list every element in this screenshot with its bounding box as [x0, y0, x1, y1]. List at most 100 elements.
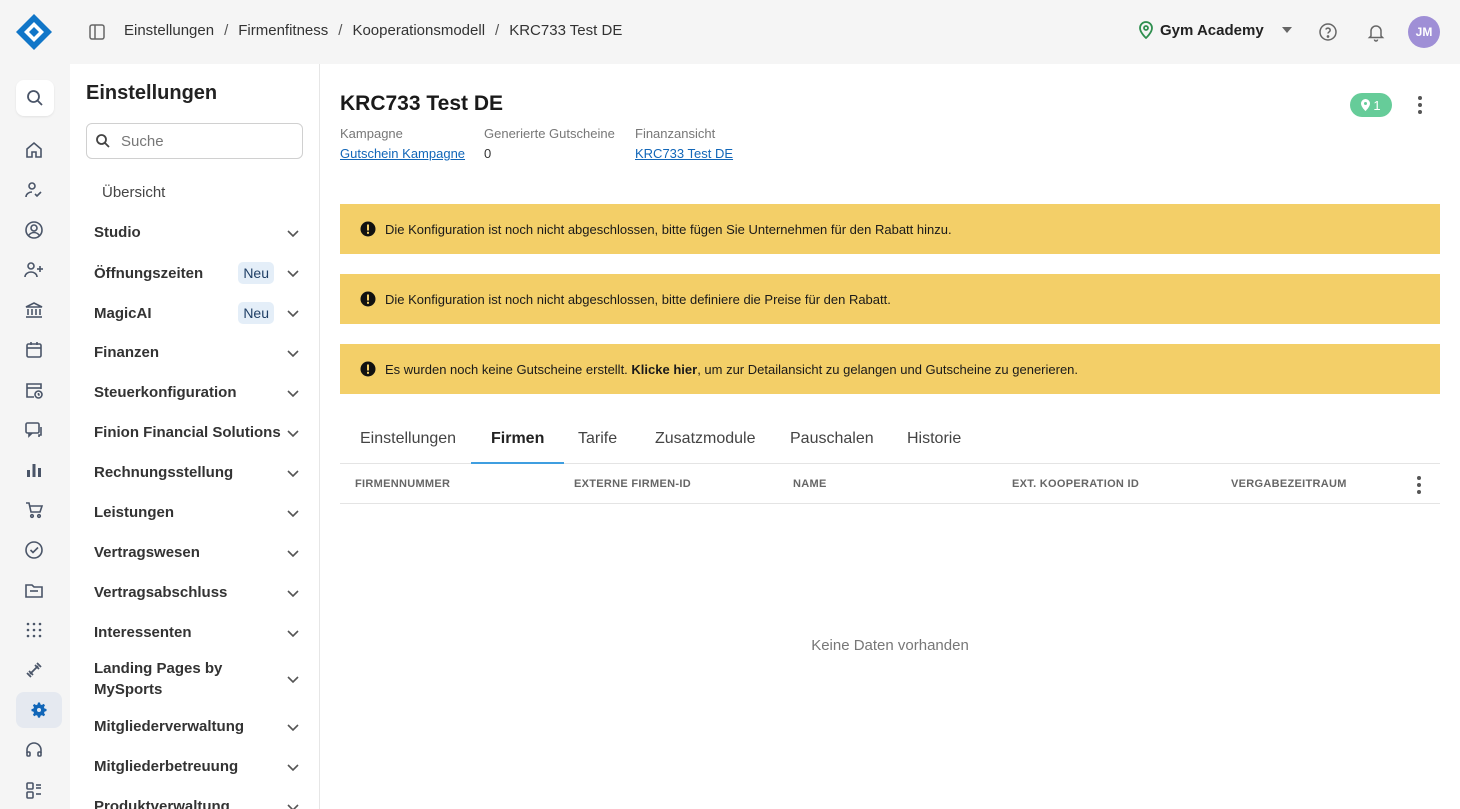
- breadcrumb-item-einstellungen[interactable]: Einstellungen: [124, 22, 214, 39]
- meta-finanzansicht: Finanzansicht KRC733 Test DE: [635, 126, 734, 161]
- tab-pauschalen[interactable]: Pauschalen: [770, 416, 894, 464]
- location-pin-icon: [1139, 21, 1153, 39]
- tab-historie[interactable]: Historie: [887, 416, 981, 464]
- sidebar-item-9[interactable]: Vertragsabschluss: [94, 582, 300, 603]
- bank-icon[interactable]: [16, 292, 52, 328]
- settings-sidebar: Einstellungen Übersicht Studio Öffnungsze…: [70, 64, 320, 809]
- icon-rail: [0, 64, 70, 809]
- sidebar-title: Einstellungen: [86, 82, 218, 104]
- page-title: KRC733 Test DE: [340, 92, 503, 115]
- column-header-firmennummer[interactable]: FIRMENNUMMER: [355, 478, 450, 490]
- headset-icon[interactable]: [16, 732, 52, 768]
- new-badge: Neu: [238, 262, 274, 284]
- chevron-down-icon[interactable]: [286, 266, 300, 280]
- chevron-down-icon[interactable]: [286, 506, 300, 520]
- location-pin-icon: [1361, 99, 1371, 111]
- sidebar-search[interactable]: [86, 123, 303, 159]
- dots-grid-icon[interactable]: [16, 612, 52, 648]
- dumbbell-icon[interactable]: [16, 652, 52, 688]
- search-input[interactable]: [121, 132, 291, 150]
- search-icon[interactable]: [16, 80, 54, 116]
- chevron-down-icon[interactable]: [286, 626, 300, 640]
- sidebar-item-6[interactable]: Rechnungsstellung: [94, 462, 300, 483]
- warning-alert-prices: Die Konfiguration ist noch nicht abgesch…: [340, 274, 1440, 324]
- warning-alert-vouchers: Es wurden noch keine Gutscheine erstellt…: [340, 344, 1440, 394]
- breadcrumb-item-firmenfitness[interactable]: Firmenfitness: [238, 22, 328, 39]
- tab-tarife[interactable]: Tarife: [558, 416, 637, 464]
- column-header-vergabezeitraum[interactable]: VERGABEZEITRAUM: [1231, 478, 1347, 490]
- pin-badge[interactable]: 1: [1350, 93, 1392, 117]
- chevron-down-icon[interactable]: [286, 386, 300, 400]
- table-header: FIRMENNUMMER EXTERNE FIRMEN-ID NAME EXT.…: [340, 464, 1440, 504]
- sidebar-item-4[interactable]: Steuerkonfiguration: [94, 382, 300, 403]
- more-vertical-icon[interactable]: [1410, 94, 1430, 116]
- chevron-down-icon[interactable]: [286, 672, 300, 686]
- chevron-down-icon[interactable]: [286, 306, 300, 320]
- sidebar-item-1[interactable]: Öffnungszeiten Neu: [94, 262, 300, 284]
- chevron-down-icon[interactable]: [286, 346, 300, 360]
- sidebar-item-5[interactable]: Finion Financial Solutions: [94, 422, 300, 443]
- more-vertical-icon[interactable]: [1411, 474, 1427, 496]
- sidebar-item-7[interactable]: Leistungen: [94, 502, 300, 523]
- cart-icon[interactable]: [16, 492, 52, 528]
- gym-name: Gym Academy: [1160, 21, 1264, 39]
- new-badge: Neu: [238, 302, 274, 324]
- chat-icon[interactable]: [16, 412, 52, 448]
- tab-zusatzmodule[interactable]: Zusatzmodule: [635, 416, 776, 464]
- sidebar-item-overview[interactable]: Übersicht: [102, 184, 165, 201]
- generated-vouchers-count: 0: [484, 146, 492, 161]
- folder-icon[interactable]: [16, 572, 52, 608]
- search-icon: [96, 134, 110, 148]
- chevron-down-icon[interactable]: [286, 586, 300, 600]
- kampagne-link[interactable]: Gutschein Kampagne: [340, 146, 465, 161]
- finanzansicht-link[interactable]: KRC733 Test DE: [635, 146, 733, 161]
- sidebar-item-13[interactable]: Mitgliederbetreuung: [94, 756, 300, 777]
- column-header-ext-kooperation-id[interactable]: EXT. KOOPERATION ID: [1012, 478, 1139, 490]
- column-header-externe-firmen-id[interactable]: EXTERNE FIRMEN-ID: [574, 478, 691, 490]
- sidebar-item-11[interactable]: Landing Pages by MySports: [94, 658, 300, 700]
- bar-chart-icon[interactable]: [16, 452, 52, 488]
- apps-icon[interactable]: [16, 772, 52, 808]
- user-check-icon[interactable]: [16, 172, 52, 208]
- breadcrumb-item-current: KRC733 Test DE: [509, 22, 623, 39]
- user-circle-icon[interactable]: [16, 212, 52, 248]
- sidebar-item-label: Leistungen: [94, 504, 175, 521]
- tab-firmen[interactable]: Firmen: [471, 416, 565, 464]
- sidebar-item-label: Steuerkonfiguration: [94, 384, 237, 401]
- sidebar-item-label: Vertragswesen: [94, 544, 200, 561]
- user-add-icon[interactable]: [16, 252, 52, 288]
- help-icon[interactable]: [1318, 22, 1338, 42]
- chevron-down-icon[interactable]: [286, 426, 300, 440]
- chevron-down-icon[interactable]: [286, 800, 300, 809]
- click-here-link[interactable]: Klicke hier: [631, 362, 697, 377]
- calendar-icon[interactable]: [16, 332, 52, 368]
- chevron-down-icon[interactable]: [286, 226, 300, 240]
- check-circle-icon[interactable]: [16, 532, 52, 568]
- sidebar-item-14[interactable]: Produktverwaltung: [94, 796, 300, 809]
- gear-icon[interactable]: [16, 692, 62, 728]
- breadcrumb-item-kooperationsmodell[interactable]: Kooperationsmodell: [352, 22, 485, 39]
- chevron-down-icon[interactable]: [286, 760, 300, 774]
- sidebar-item-10[interactable]: Interessenten: [94, 622, 300, 643]
- gym-selector[interactable]: Gym Academy: [1138, 21, 1292, 39]
- column-header-name[interactable]: NAME: [793, 478, 827, 490]
- sidebar-item-label: MagicAI: [94, 304, 152, 322]
- sidebar-item-8[interactable]: Vertragswesen: [94, 542, 300, 563]
- avatar[interactable]: JM: [1408, 16, 1440, 48]
- sidebar-item-label: Landing Pages by MySports: [94, 660, 223, 698]
- logo-icon[interactable]: [14, 12, 54, 52]
- calendar-clock-icon[interactable]: [16, 372, 52, 408]
- chevron-down-icon[interactable]: [286, 720, 300, 734]
- sidebar-item-2[interactable]: MagicAI Neu: [94, 302, 300, 324]
- chevron-down-icon[interactable]: [286, 466, 300, 480]
- sidebar-item-label: Mitgliederverwaltung: [94, 718, 245, 735]
- bell-icon[interactable]: [1366, 22, 1386, 42]
- sidebar-item-3[interactable]: Finanzen: [94, 342, 300, 363]
- chevron-down-icon[interactable]: [286, 546, 300, 560]
- home-icon[interactable]: [16, 132, 52, 168]
- sidebar-item-12[interactable]: Mitgliederverwaltung: [94, 716, 300, 737]
- alert-circle-icon: [360, 221, 376, 237]
- sidebar-item-0[interactable]: Studio: [94, 222, 300, 243]
- panel-toggle-icon[interactable]: [88, 23, 106, 41]
- tab-einstellungen[interactable]: Einstellungen: [340, 416, 476, 464]
